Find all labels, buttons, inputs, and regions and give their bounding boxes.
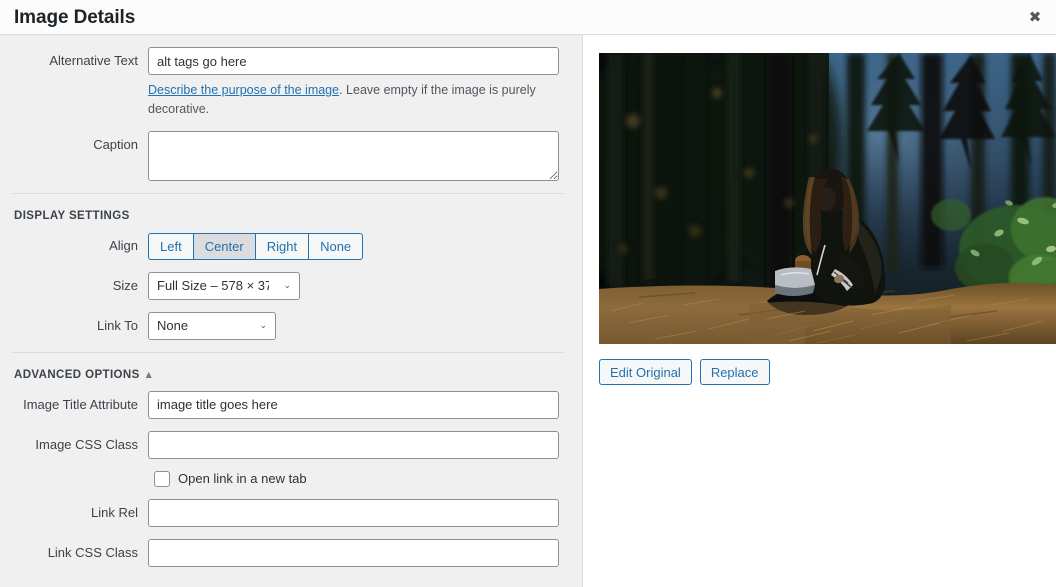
link-to-label: Link To: [97, 317, 138, 333]
link-rel-label: Link Rel: [91, 504, 138, 520]
image-css-class-label: Image CSS Class: [35, 436, 138, 452]
advanced-options-heading-label: ADVANCED OPTIONS: [14, 368, 140, 381]
link-css-class-row: Link CSS Class: [0, 538, 582, 567]
separator-advanced: [12, 351, 564, 353]
link-to-control: None ⌄: [148, 311, 582, 340]
align-label: Align: [109, 237, 138, 253]
align-button-center[interactable]: Center: [192, 232, 255, 260]
size-label: Size: [112, 277, 138, 293]
link-to-row: Link To None ⌄: [0, 311, 582, 340]
settings-pane: Alternative Text Describe the purpose of…: [0, 35, 583, 587]
link-css-class-label: Link CSS Class: [47, 544, 138, 560]
caption-label: Caption: [93, 136, 138, 152]
align-row: Align Left Center Right None: [0, 232, 582, 260]
size-select[interactable]: Full Size – 578 × 371: [148, 271, 300, 300]
alt-text-help: Describe the purpose of the image. Leave…: [148, 81, 568, 119]
replace-button[interactable]: Replace: [699, 359, 770, 385]
size-row: Size Full Size – 578 × 371 ⌄: [0, 271, 582, 300]
link-rel-input[interactable]: [148, 498, 559, 527]
image-title-label: Image Title Attribute: [23, 396, 138, 412]
size-control: Full Size – 578 × 371 ⌄: [148, 271, 582, 300]
forest-photo: [599, 53, 1056, 344]
link-rel-control: [148, 498, 582, 527]
image-title-row: Image Title Attribute: [0, 390, 582, 419]
link-css-class-control: [148, 538, 582, 567]
caption-control: [148, 130, 582, 181]
preview-actions: Edit Original Replace: [599, 359, 1056, 385]
image-title-control: [148, 390, 582, 419]
link-to-select-wrap: None ⌄: [148, 311, 276, 340]
align-button-none[interactable]: None: [308, 232, 364, 260]
open-new-tab-checkbox[interactable]: [154, 470, 170, 487]
alt-text-row: Alternative Text Describe the purpose of…: [0, 47, 582, 119]
size-select-wrap: Full Size – 578 × 371 ⌄: [148, 271, 300, 300]
display-settings-heading-label: DISPLAY SETTINGS: [14, 209, 130, 222]
align-control: Left Center Right None: [148, 232, 582, 260]
caption-row: Caption: [0, 130, 582, 181]
preview-pane: Edit Original Replace: [583, 35, 1056, 587]
alt-text-control: Describe the purpose of the image. Leave…: [148, 47, 582, 119]
alt-text-input[interactable]: [148, 47, 559, 75]
modal-header: Image Details ✖: [0, 0, 1056, 35]
link-to-select[interactable]: None: [148, 311, 276, 340]
link-rel-row: Link Rel: [0, 498, 582, 527]
link-css-class-input[interactable]: [148, 538, 559, 567]
align-button-left[interactable]: Left: [148, 232, 193, 260]
image-css-class-control: [148, 430, 582, 459]
open-new-tab-label[interactable]: Open link in a new tab: [178, 471, 307, 486]
image-preview: [599, 53, 1056, 344]
advanced-options-heading[interactable]: ADVANCED OPTIONS ▲: [0, 363, 582, 391]
display-settings-heading: DISPLAY SETTINGS: [0, 204, 582, 232]
align-button-group: Left Center Right None: [148, 232, 364, 260]
align-button-right[interactable]: Right: [254, 232, 309, 260]
alt-text-label: Alternative Text: [49, 53, 138, 68]
modal-body: Alternative Text Describe the purpose of…: [0, 35, 1056, 587]
describe-purpose-link[interactable]: Describe the purpose of the image: [148, 83, 339, 97]
page-title: Image Details: [14, 6, 136, 28]
open-new-tab-group: Open link in a new tab: [148, 470, 307, 487]
caption-textarea[interactable]: [148, 130, 559, 181]
image-css-class-row: Image CSS Class: [0, 430, 582, 459]
separator-display: [12, 192, 564, 194]
image-css-class-input[interactable]: [148, 430, 559, 459]
edit-original-button[interactable]: Edit Original: [599, 359, 692, 385]
image-title-input[interactable]: [148, 390, 559, 419]
chevron-up-icon: ▲: [145, 369, 153, 379]
open-new-tab-row: Open link in a new tab: [0, 470, 582, 487]
close-icon[interactable]: ✖: [1014, 0, 1056, 35]
